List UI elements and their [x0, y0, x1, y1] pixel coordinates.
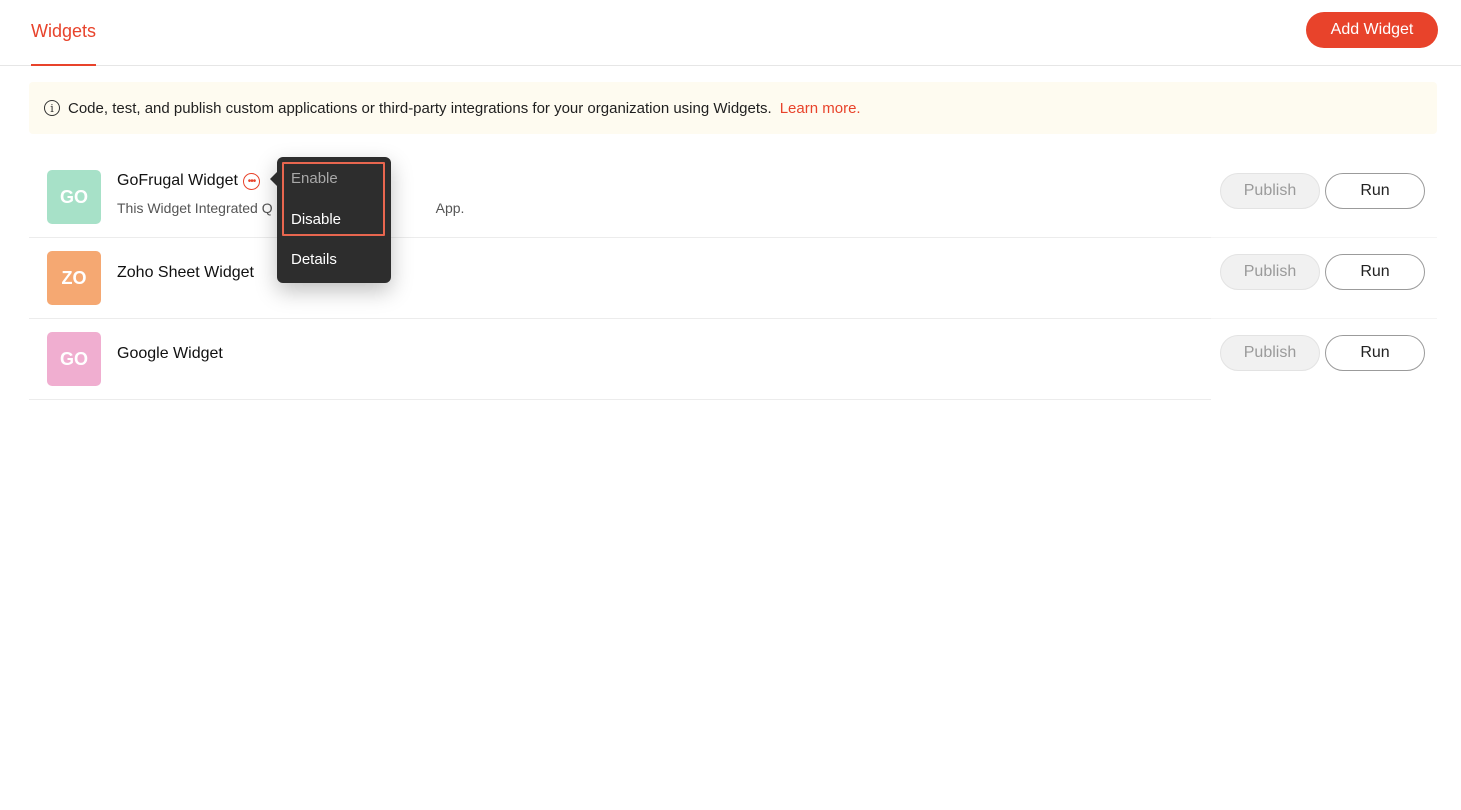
widget-name: GoFrugal Widget — [117, 172, 238, 189]
widget-row: ZO Zoho Sheet Widget Publish Run — [29, 238, 1437, 319]
widget-row: GO GoFrugal Widget ••• This Widget Integ… — [29, 157, 1437, 238]
info-icon: i — [44, 100, 60, 116]
widget-context-menu: Enable Disable Details — [270, 157, 391, 283]
banner-text: Code, test, and publish custom applicati… — [68, 99, 772, 117]
learn-more-link[interactable]: Learn more. — [780, 100, 861, 117]
widget-name: Zoho Sheet Widget — [117, 264, 254, 281]
publish-button[interactable]: Publish — [1220, 254, 1320, 290]
widget-avatar: ZO — [47, 251, 101, 305]
run-button[interactable]: Run — [1325, 335, 1425, 371]
add-widget-button[interactable]: Add Widget — [1306, 12, 1438, 48]
row-divider — [29, 399, 1211, 400]
widget-description-start: This Widget Integrated Q — [117, 200, 273, 216]
publish-button[interactable]: Publish — [1220, 335, 1320, 371]
widget-description-end: App. — [435, 200, 465, 216]
top-header: Widgets Add Widget — [0, 0, 1461, 66]
widget-row: GO Google Widget Publish Run — [29, 319, 1437, 400]
run-button[interactable]: Run — [1325, 173, 1425, 209]
tab-widgets[interactable]: Widgets — [31, 0, 97, 66]
menu-item-disable[interactable]: Disable — [291, 211, 341, 228]
publish-button[interactable]: Publish — [1220, 173, 1320, 209]
menu-item-details[interactable]: Details — [291, 251, 337, 268]
more-options-icon[interactable]: ••• — [243, 173, 260, 190]
widget-avatar: GO — [47, 332, 101, 386]
menu-item-enable[interactable]: Enable — [291, 170, 338, 187]
widget-name: Google Widget — [117, 345, 223, 362]
run-button[interactable]: Run — [1325, 254, 1425, 290]
info-banner: i Code, test, and publish custom applica… — [29, 82, 1437, 134]
widget-avatar: GO — [47, 170, 101, 224]
menu-pointer — [270, 172, 277, 186]
